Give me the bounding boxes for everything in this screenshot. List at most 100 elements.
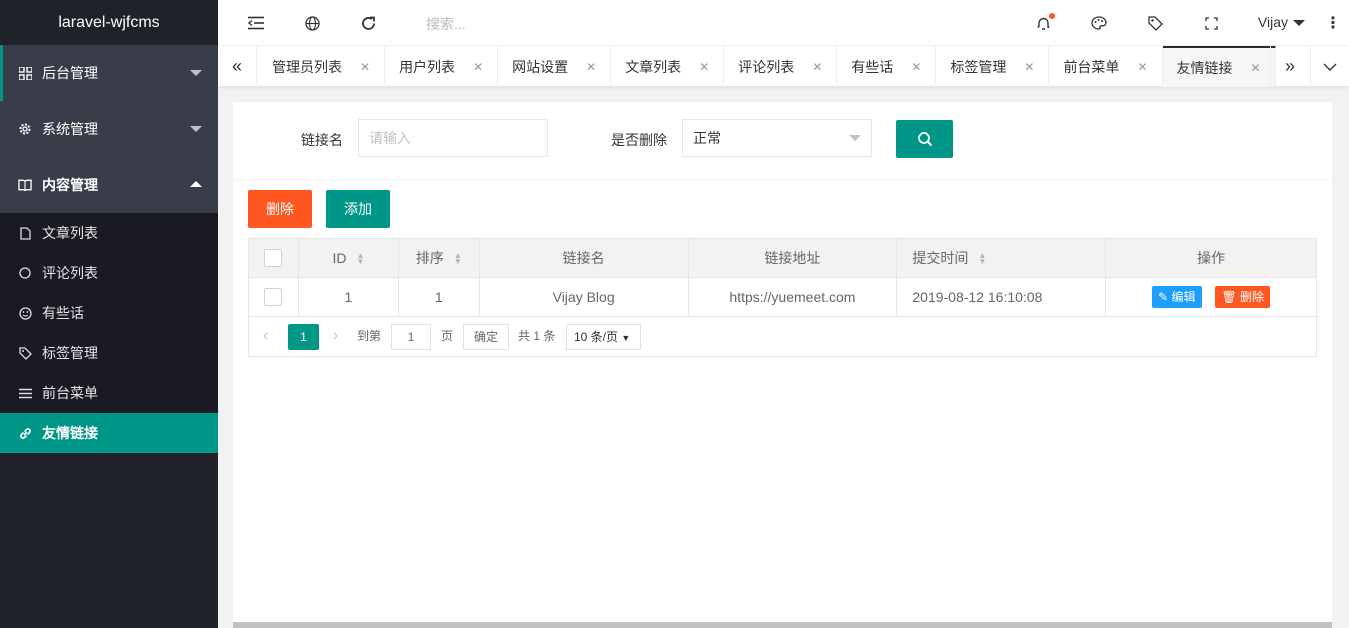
close-icon[interactable]: ✕: [586, 60, 596, 74]
user-menu[interactable]: Vijay: [1258, 14, 1305, 30]
tabs-scroll-left-icon[interactable]: «: [218, 46, 257, 87]
fullscreen-icon[interactable]: [1201, 13, 1221, 33]
tab-article-list[interactable]: 文章列表 ✕: [611, 46, 725, 87]
tab-label: 前台菜单: [1063, 58, 1120, 75]
sort-icon[interactable]: ▲ ▼: [356, 252, 364, 266]
tab-site-settings[interactable]: 网站设置 ✕: [498, 46, 612, 87]
close-icon[interactable]: ✕: [360, 60, 370, 74]
edit-button[interactable]: ✎ 编辑: [1152, 286, 1202, 308]
horizontal-scrollbar[interactable]: [233, 622, 1332, 628]
tab-label: 网站设置: [512, 58, 569, 75]
menu-group-admin[interactable]: 后台管理: [0, 45, 218, 101]
tabs-scroll-right-icon[interactable]: »: [1270, 46, 1309, 87]
cell-name: Vijay Blog: [478, 277, 689, 317]
row-checkbox[interactable]: [264, 288, 283, 307]
sort-icon[interactable]: ▲ ▼: [454, 252, 462, 266]
caret-up-icon: [190, 181, 202, 187]
tab-label: 管理员列表: [272, 58, 342, 75]
caret-down-icon: [190, 70, 202, 76]
cell-sort: 1: [397, 277, 480, 317]
sort-icon[interactable]: ▲ ▼: [978, 252, 986, 266]
grid-icon: [18, 66, 32, 80]
tab-words[interactable]: 有些话 ✕: [837, 46, 937, 87]
tag-icon: [18, 346, 32, 360]
search-input[interactable]: 搜索...: [426, 14, 466, 34]
select-all-cell: [248, 238, 299, 278]
sidebar-item-label: 评论列表: [42, 265, 98, 281]
search-button[interactable]: [896, 120, 953, 158]
edit-label: 编辑: [1171, 290, 1196, 304]
tag-icon[interactable]: [1145, 13, 1165, 33]
close-icon[interactable]: ✕: [699, 60, 709, 74]
link-name-input[interactable]: 请输入: [358, 119, 548, 157]
cell-actions: ✎ 编辑 🗑 删除: [1105, 277, 1317, 317]
close-icon[interactable]: ✕: [812, 60, 822, 74]
page-jump-confirm-button[interactable]: 确定: [463, 324, 509, 350]
pagination: ‹ 1 › 到第 1 页 确定 共 1 条 10 条/页 ▼: [248, 317, 1317, 357]
col-id[interactable]: ID ▲ ▼: [297, 238, 399, 278]
menu-group-system[interactable]: 系统管理: [0, 101, 218, 157]
tab-friend-links[interactable]: 友情链接 ✕: [1162, 46, 1276, 87]
tab-front-menu[interactable]: 前台菜单 ✕: [1049, 46, 1163, 87]
sidebar-item-links[interactable]: 友情链接: [0, 413, 218, 453]
tab-comment-list[interactable]: 评论列表 ✕: [724, 46, 838, 87]
sidebar-item-label: 友情链接: [42, 425, 98, 441]
page-1-button[interactable]: 1: [288, 324, 319, 350]
total-count: 共 1 条: [518, 329, 556, 343]
document-icon: [18, 226, 32, 240]
link-name-label: 链接名: [301, 132, 343, 148]
close-icon[interactable]: ✕: [1024, 60, 1034, 74]
sidebar-item-label: 前台菜单: [42, 385, 98, 401]
sidebar-item-words[interactable]: 有些话: [0, 293, 218, 333]
close-icon[interactable]: ✕: [911, 60, 921, 74]
tab-label: 文章列表: [625, 58, 682, 75]
submenu-content: 文章列表 评论列表 有些话 标签管理 前台菜单 友情链接: [0, 213, 218, 453]
theme-palette-icon[interactable]: [1089, 13, 1109, 33]
delete-button[interactable]: 🗑 删除: [1215, 286, 1271, 308]
collapse-menu-icon[interactable]: [246, 13, 266, 33]
goto-label: 到第: [357, 329, 382, 343]
caret-down-icon: [1293, 20, 1305, 27]
links-table: ID ▲ ▼ 排序 ▲ ▼ 链接名 链接地址 提交时间 ▲ ▼ 操作 1 1 Vijay B…: [248, 238, 1317, 317]
filter-form: 链接名 请输入 是否删除 正常: [233, 102, 1332, 180]
sidebar-item-frontmenu[interactable]: 前台菜单: [0, 373, 218, 413]
col-time[interactable]: 提交时间 ▲ ▼: [896, 238, 1107, 278]
tab-list: 管理员列表 ✕ 用户列表 ✕ 网站设置 ✕ 文章列表 ✕ 评论列表 ✕ 有些话 ✕ 标签管理…: [258, 46, 1276, 87]
row-select-cell: [248, 277, 299, 317]
deleted-select[interactable]: 正常: [682, 119, 872, 157]
page-jump-input[interactable]: 1: [391, 324, 431, 350]
add-link-button[interactable]: 添加: [326, 190, 390, 228]
tab-label: 友情链接: [1176, 59, 1233, 76]
sidebar-item-tags[interactable]: 标签管理: [0, 333, 218, 373]
close-icon[interactable]: ✕: [1251, 61, 1261, 75]
app-logo[interactable]: laravel-wjfcms: [0, 0, 218, 45]
next-page-icon[interactable]: ›: [333, 324, 338, 350]
globe-icon[interactable]: [302, 13, 322, 33]
more-vertical-icon[interactable]: ⋮: [1325, 13, 1341, 33]
smile-icon: [18, 306, 32, 320]
menu-group-content[interactable]: 内容管理: [0, 157, 218, 213]
tabs-dropdown-icon[interactable]: [1310, 46, 1349, 87]
sliders-icon: [18, 388, 32, 399]
refresh-icon[interactable]: [358, 13, 378, 33]
tab-user-list[interactable]: 用户列表 ✕: [385, 46, 499, 87]
close-icon[interactable]: ✕: [1137, 60, 1147, 74]
page-size-select[interactable]: 10 条/页 ▼: [566, 324, 641, 350]
pencil-icon: ✎: [1158, 290, 1169, 304]
prev-page-icon[interactable]: ‹: [263, 324, 268, 350]
search-icon: [917, 132, 932, 147]
close-icon[interactable]: ✕: [473, 60, 483, 74]
sidebar-item-articles[interactable]: 文章列表: [0, 213, 218, 253]
tab-tags[interactable]: 标签管理 ✕: [936, 46, 1050, 87]
select-all-checkbox[interactable]: [264, 249, 283, 268]
sidebar-item-comments[interactable]: 评论列表: [0, 253, 218, 293]
col-label: ID: [332, 250, 347, 266]
cell-url: https://yuemeet.com: [687, 277, 898, 317]
col-label: 提交时间: [912, 250, 969, 266]
menu-group-label: 系统管理: [42, 121, 98, 137]
caret-down-icon: [190, 126, 202, 132]
bell-icon[interactable]: [1033, 13, 1055, 33]
tab-admin-list[interactable]: 管理员列表 ✕: [258, 46, 386, 87]
col-sort[interactable]: 排序 ▲ ▼: [397, 238, 480, 278]
batch-delete-button[interactable]: 删除: [248, 190, 312, 228]
